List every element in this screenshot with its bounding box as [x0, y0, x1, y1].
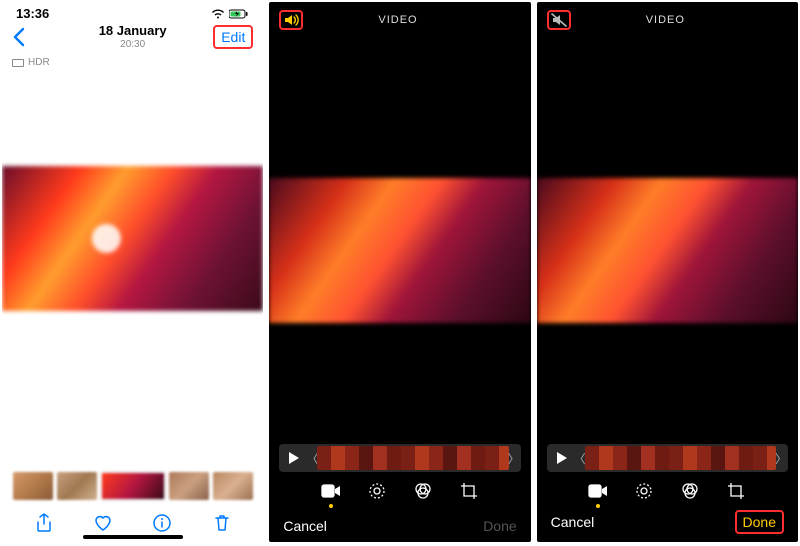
- nav-title-group: 18 January 20:30: [99, 24, 167, 49]
- edit-mode-tabs: [269, 472, 530, 510]
- edit-mode-tabs: [537, 472, 798, 510]
- video-editor-screen-muted: VIDEO 〈 〉 Cancel Done: [537, 2, 798, 542]
- hdr-label: HDR: [28, 57, 50, 68]
- tab-adjust[interactable]: [366, 480, 388, 502]
- sound-toggle-button[interactable]: [547, 10, 571, 30]
- done-button-disabled: Done: [483, 518, 516, 534]
- trim-handle-right[interactable]: 〉: [509, 446, 519, 470]
- filmstrip[interactable]: [2, 472, 263, 500]
- hdr-icon: [12, 59, 24, 67]
- editor-footer: Cancel Done: [537, 510, 798, 534]
- thumbnail[interactable]: [13, 472, 53, 500]
- timeline-strip[interactable]: [585, 446, 776, 470]
- tab-crop[interactable]: [725, 480, 747, 502]
- trim-control[interactable]: 〈 〉: [279, 444, 520, 472]
- timeline-strip[interactable]: [317, 446, 508, 470]
- thumbnail-selected[interactable]: [101, 472, 165, 500]
- home-indicator[interactable]: [83, 535, 183, 539]
- speaker-muted-icon: [551, 13, 567, 27]
- tab-video[interactable]: [320, 480, 342, 502]
- battery-icon: [229, 9, 249, 19]
- info-button[interactable]: [151, 512, 173, 534]
- trim-control[interactable]: 〈 〉: [547, 444, 788, 472]
- play-button[interactable]: [281, 446, 307, 470]
- wifi-icon: [211, 9, 225, 19]
- sound-toggle-button[interactable]: [279, 10, 303, 30]
- trim-handle-left[interactable]: 〈: [307, 446, 317, 470]
- speaker-on-icon: [283, 13, 299, 27]
- tab-adjust[interactable]: [633, 480, 655, 502]
- thumbnail[interactable]: [57, 472, 97, 500]
- thumbnail[interactable]: [213, 472, 253, 500]
- mode-label: VIDEO: [378, 14, 417, 26]
- nav-bar: 18 January 20:30 Edit: [2, 21, 263, 55]
- delete-button[interactable]: [211, 512, 233, 534]
- thumbnail[interactable]: [169, 472, 209, 500]
- nav-subtitle: 20:30: [99, 39, 167, 50]
- cancel-button[interactable]: Cancel: [551, 514, 595, 530]
- tab-crop[interactable]: [458, 480, 480, 502]
- done-button[interactable]: Done: [735, 510, 784, 534]
- tab-video[interactable]: [587, 480, 609, 502]
- status-right: [211, 9, 249, 19]
- share-button[interactable]: [33, 512, 55, 534]
- editor-footer: Cancel Done: [269, 518, 530, 534]
- hdr-badge: HDR: [2, 55, 263, 70]
- play-button[interactable]: [549, 446, 575, 470]
- editor-header: VIDEO: [269, 2, 530, 38]
- video-editor-screen-sound-on: VIDEO 〈 〉 Cancel Done: [269, 2, 530, 542]
- photo-preview[interactable]: [2, 166, 263, 311]
- favorite-button[interactable]: [92, 512, 114, 534]
- tab-filters[interactable]: [412, 480, 434, 502]
- status-time: 13:36: [16, 6, 49, 21]
- back-button[interactable]: [12, 27, 26, 47]
- editor-header: VIDEO: [537, 2, 798, 38]
- photos-viewer-screen: 13:36 18 January 20:30 Edit HDR: [2, 2, 263, 542]
- video-preview[interactable]: [269, 178, 530, 323]
- edit-button[interactable]: Edit: [213, 25, 253, 49]
- mode-label: VIDEO: [646, 14, 685, 26]
- trim-handle-right[interactable]: 〉: [776, 446, 786, 470]
- status-bar: 13:36: [2, 2, 263, 21]
- cancel-button[interactable]: Cancel: [283, 518, 327, 534]
- trim-handle-left[interactable]: 〈: [575, 446, 585, 470]
- video-preview[interactable]: [537, 178, 798, 323]
- nav-title: 18 January: [99, 24, 167, 38]
- tab-filters[interactable]: [679, 480, 701, 502]
